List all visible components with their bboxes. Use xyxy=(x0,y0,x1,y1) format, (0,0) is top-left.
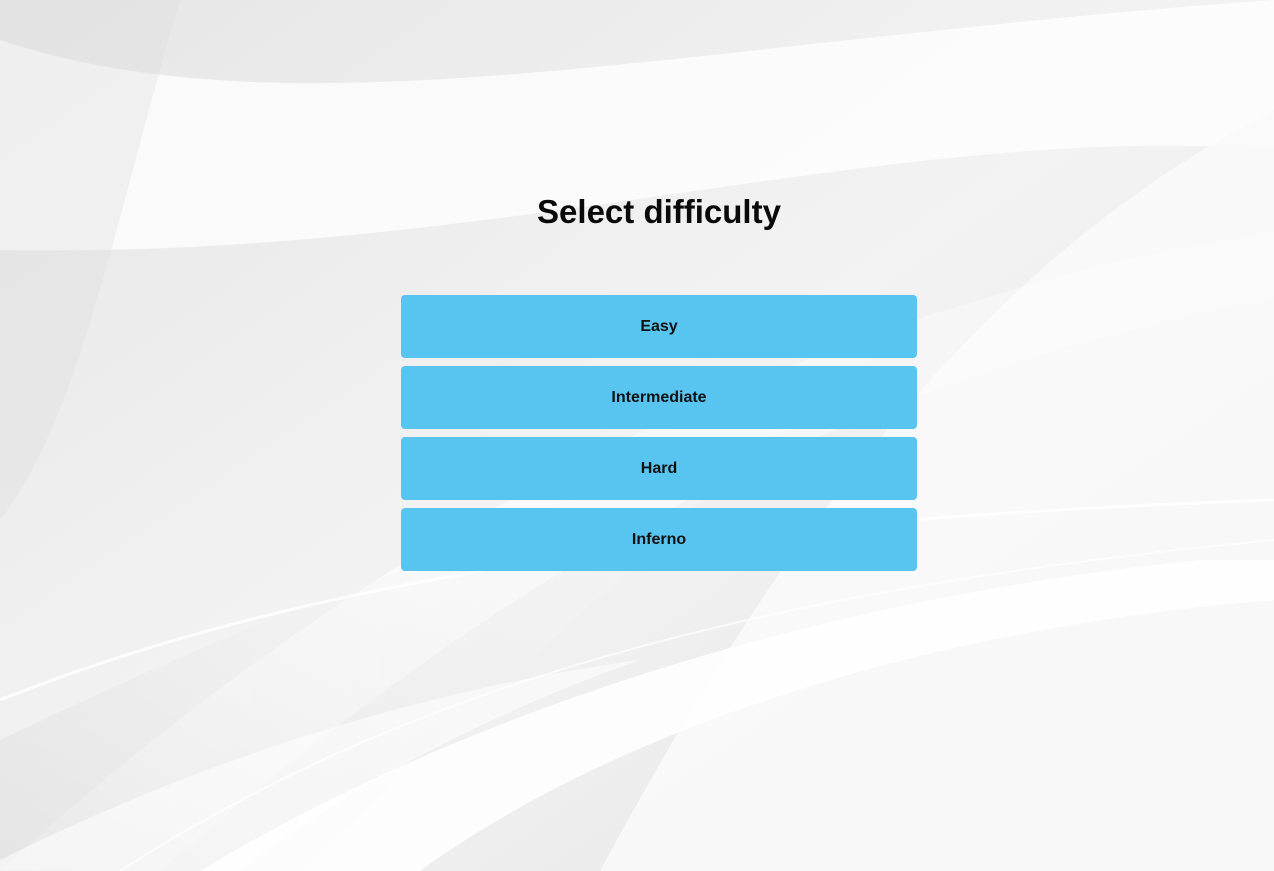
difficulty-button-label: Inferno xyxy=(631,530,687,548)
difficulty-button-label: Intermediate xyxy=(611,388,707,406)
difficulty-button-inferno[interactable]: Inferno xyxy=(401,508,917,571)
difficulty-button-hard[interactable]: Hard xyxy=(401,437,917,500)
difficulty-button-label: Easy xyxy=(640,317,678,335)
difficulty-button-intermediate[interactable]: Intermediate xyxy=(401,366,917,429)
difficulty-screen: Select difficulty Easy Intermediate Hard… xyxy=(0,0,1274,871)
page-title: Select difficulty xyxy=(537,193,781,230)
difficulty-button-easy[interactable]: Easy xyxy=(401,295,917,358)
difficulty-options-list: Easy Intermediate Hard Inferno xyxy=(401,295,917,579)
difficulty-button-label: Hard xyxy=(640,459,678,477)
